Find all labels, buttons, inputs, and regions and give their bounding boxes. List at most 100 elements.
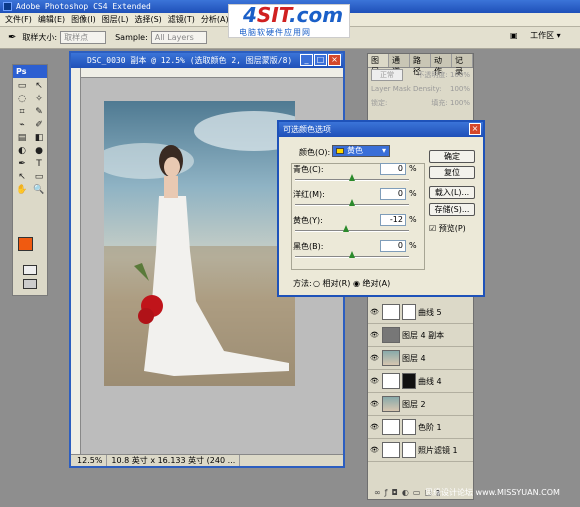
tab-channels[interactable]: 通道 — [389, 54, 410, 76]
logo-text: 4SIT.com — [243, 3, 344, 27]
healing-tool-icon[interactable]: ⌁ — [14, 119, 30, 131]
eye-icon[interactable]: 👁 — [370, 354, 380, 362]
layer-name: 图层 4 — [402, 353, 426, 363]
brush-tool-icon[interactable]: ✐ — [31, 119, 47, 131]
path-select-tool-icon[interactable]: ↖ — [14, 171, 30, 183]
menu-edit[interactable]: 编辑(E) — [35, 14, 68, 25]
fx-icon[interactable]: ƒ — [385, 488, 392, 497]
zoom-tool-icon[interactable]: 🔍 — [31, 184, 47, 196]
lock-row: 锁定: 填充: 100% — [368, 96, 473, 110]
layer-name: 曲线 4 — [418, 376, 442, 386]
pen-tool-icon[interactable]: ✒ — [14, 158, 30, 170]
tab-layers[interactable]: 图层 — [368, 54, 389, 76]
layer-row[interactable]: 👁 曲线 4 — [368, 370, 473, 393]
relative-radio[interactable]: ○ 相对(R) — [313, 278, 350, 289]
eye-icon[interactable]: 👁 — [370, 446, 380, 454]
workspace-button[interactable]: 工作区 ▾ — [530, 31, 561, 40]
layer-mask-thumb[interactable] — [402, 442, 416, 458]
folder-icon[interactable]: ▭ — [413, 488, 425, 497]
gradient-tool-icon[interactable]: ● — [31, 145, 47, 157]
yellow-slider[interactable] — [295, 230, 409, 232]
menu-analysis[interactable]: 分析(A) — [198, 14, 232, 25]
fill-value[interactable]: 100% — [450, 99, 470, 107]
layer-row[interactable]: 👁 曲线 5 — [368, 301, 473, 324]
sample-size-select[interactable]: 取样点 — [60, 31, 107, 44]
save-button[interactable]: 存储(S)... — [429, 203, 475, 216]
crop-tool-icon[interactable]: ⌗ — [14, 106, 30, 118]
stamp-tool-icon[interactable]: ▤ — [14, 132, 30, 144]
cyan-input[interactable]: 0 — [380, 163, 406, 175]
layer-row[interactable]: 👁 色阶 1 — [368, 416, 473, 439]
density-value[interactable]: 100% — [450, 85, 470, 93]
eyedropper-icon[interactable]: ✒ — [8, 32, 16, 43]
shape-tool-icon[interactable]: ▭ — [31, 171, 47, 183]
layer-mask-thumb[interactable] — [402, 419, 416, 435]
curves-thumb-icon — [382, 373, 400, 389]
menu-filter[interactable]: 滤镜(T) — [165, 14, 198, 25]
lasso-tool-icon[interactable]: ◌ — [14, 93, 30, 105]
adjust-icon[interactable]: ◐ — [402, 488, 413, 497]
eyedropper-tool-icon[interactable]: ✎ — [31, 106, 47, 118]
tab-actions[interactable]: 动作 — [431, 54, 452, 76]
history-brush-tool-icon[interactable]: ◧ — [31, 132, 47, 144]
opacity-value[interactable]: 100% — [450, 71, 470, 79]
yellow-input[interactable]: -12 — [380, 214, 406, 226]
tab-history[interactable]: 记录 — [452, 54, 473, 76]
bride-photo[interactable] — [104, 101, 295, 386]
type-tool-icon[interactable]: T — [31, 158, 47, 170]
mask-icon[interactable]: ◘ — [392, 488, 402, 497]
chevron-down-icon: ▾ — [381, 146, 386, 155]
foreground-color-swatch[interactable] — [18, 237, 33, 251]
maximize-icon[interactable]: □ — [314, 54, 327, 66]
layer-name: 照片滤镜 1 — [418, 445, 458, 455]
layer-mask-thumb[interactable] — [402, 304, 416, 320]
screen-mode-tool-icon[interactable] — [23, 279, 37, 289]
magenta-input[interactable]: 0 — [380, 188, 406, 200]
layer-name: 曲线 5 — [418, 307, 442, 317]
ok-button[interactable]: 确定 — [429, 150, 475, 163]
reset-button[interactable]: 复位 — [429, 166, 475, 179]
eye-icon[interactable]: 👁 — [370, 377, 380, 385]
yellow-swatch — [336, 148, 344, 154]
close-icon[interactable]: × — [328, 54, 341, 66]
layer-row[interactable]: 👁 图层 4 副本 — [368, 324, 473, 347]
absolute-radio[interactable]: ◉ 绝对(A) — [353, 278, 390, 289]
layer-mask-thumb[interactable] — [402, 373, 416, 389]
magenta-label: 洋红(M): — [293, 190, 325, 199]
marquee-tool-icon[interactable]: ▭ — [14, 80, 30, 92]
eye-icon[interactable]: 👁 — [370, 308, 380, 316]
screen-mode-icon[interactable]: ▣ — [510, 31, 518, 40]
blend-mode-select[interactable]: 正常 — [371, 69, 403, 81]
document-window-controls: _ □ × — [300, 54, 341, 66]
menu-image[interactable]: 图像(I) — [68, 14, 99, 25]
layer-row[interactable]: 👁 图层 4 — [368, 347, 473, 370]
eye-icon[interactable]: 👁 — [370, 423, 380, 431]
layer-name: 色阶 1 — [418, 422, 442, 432]
panel-tabs: 图层 通道 路径 动作 记录 — [368, 54, 473, 76]
move-tool-icon[interactable]: ↖ — [31, 80, 47, 92]
eraser-tool-icon[interactable]: ◐ — [14, 145, 30, 157]
sample-size-label: 取样大小: — [22, 33, 58, 42]
black-input[interactable]: 0 — [380, 240, 406, 252]
sample-select[interactable]: All Layers — [150, 31, 207, 44]
tools-header: Ps — [13, 65, 47, 78]
link-icon[interactable]: ∞ — [374, 488, 385, 497]
magic-wand-tool-icon[interactable]: ✧ — [31, 93, 47, 105]
preview-checkbox[interactable]: ☑ 预览(P) — [429, 223, 466, 234]
layer-row[interactable]: 👁 图层 2 — [368, 393, 473, 416]
load-button[interactable]: 载入(L)... — [429, 186, 475, 199]
menu-select[interactable]: 选择(S) — [131, 14, 164, 25]
eye-icon[interactable]: 👁 — [370, 331, 380, 339]
hand-tool-icon[interactable]: ✋ — [14, 184, 30, 196]
minimize-icon[interactable]: _ — [300, 54, 313, 66]
eye-icon[interactable]: 👁 — [370, 400, 380, 408]
dialog-close-icon[interactable]: × — [469, 123, 481, 135]
photoshop-window: Adobe Photoshop CS4 Extended 文件(F) 编辑(E)… — [0, 0, 580, 507]
color-select[interactable]: 黄色 ▾ — [332, 145, 390, 157]
menu-file[interactable]: 文件(F) — [2, 14, 35, 25]
menu-layer[interactable]: 图层(L) — [99, 14, 132, 25]
zoom-level[interactable]: 12.5% — [73, 455, 108, 466]
layer-row[interactable]: 👁 照片滤镜 1 — [368, 439, 473, 462]
quick-mask-icon[interactable] — [23, 265, 37, 275]
tab-paths[interactable]: 路径 — [410, 54, 431, 76]
